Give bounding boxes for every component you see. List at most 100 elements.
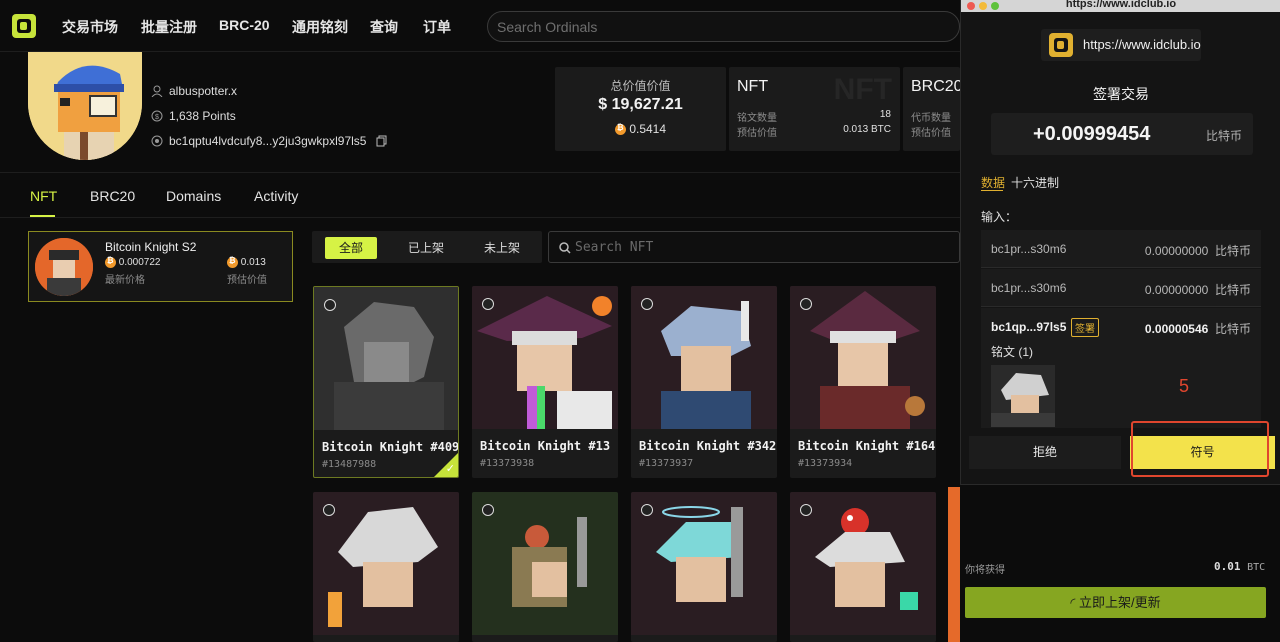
nft-image	[631, 286, 777, 429]
nft-inscription-id: #13373934	[798, 458, 853, 469]
nft-card-13[interactable]: Bitcoin Knight #13 #13373938	[472, 286, 618, 478]
popup-title: 签署交易	[1093, 86, 1149, 102]
nft-card-3427[interactable]: Bitcoin Knight #3427 #13373937	[631, 286, 777, 478]
nft-inscription-id: #13373938	[480, 458, 535, 469]
nav-query[interactable]: 查询	[370, 17, 398, 37]
nft-search-input[interactable]: Search NFT	[548, 231, 960, 263]
nft-image	[472, 286, 618, 429]
brc20-est-label: 预估价值	[911, 128, 951, 139]
nav-marketplace[interactable]: 交易市场	[62, 17, 118, 37]
inscription-label: 铭文 (1)	[991, 345, 1034, 359]
owner-icon	[482, 298, 494, 310]
nft-name: Bitcoin Knight #3427	[639, 439, 777, 453]
nav-brc20[interactable]: BRC-20	[219, 17, 270, 33]
collection-floor-value: 0.000722	[118, 257, 161, 269]
tab-activity[interactable]: Activity	[254, 188, 298, 204]
owner-icon	[800, 504, 812, 516]
input-row: bc1pr...s30m6 0.00000000 比特币	[981, 269, 1261, 307]
sign-amount: +0.00999454	[1033, 123, 1151, 145]
nft-image	[314, 287, 458, 430]
tab-hex[interactable]: 十六进制	[1011, 174, 1059, 191]
site-logo-icon	[1049, 33, 1073, 57]
nft-inscription-id: #13487988	[322, 459, 377, 470]
nft-count-label: 铭文数量	[737, 113, 777, 124]
tab-nft[interactable]: NFT	[30, 188, 57, 204]
svg-text:$: $	[155, 114, 159, 121]
list-now-button[interactable]: ◜ 立即上架/更新	[965, 587, 1266, 618]
total-btc-text: 0.5414	[629, 122, 667, 136]
total-value-label: 总价值价值	[610, 79, 671, 93]
receive-amount: 0.01	[1214, 560, 1241, 573]
filter-unlisted[interactable]: 未上架	[476, 237, 528, 259]
profile-username: albuspotter.x	[151, 84, 237, 98]
owner-icon	[324, 299, 336, 311]
collection-est-value: 0.013	[240, 257, 266, 269]
input-address: bc1pr...s30m6	[991, 281, 1067, 295]
nft-card[interactable]	[790, 492, 936, 642]
nav-batch-register[interactable]: 批量注册	[141, 17, 197, 37]
tab-domains[interactable]: Domains	[166, 188, 221, 204]
owner-icon	[323, 504, 335, 516]
nft-inscription-id: #13373937	[639, 458, 694, 469]
nft-image	[472, 492, 618, 635]
nft-card[interactable]	[631, 492, 777, 642]
receive-label: 你将获得	[965, 565, 1005, 576]
nft-name: Bitcoin Knight #13	[480, 439, 611, 453]
profile-tabs: NFT BRC20 Domains Activity	[0, 172, 960, 218]
active-tab-indicator	[30, 215, 55, 217]
total-value-card: 总价值价值 $ 19,627.21 0.5414	[555, 67, 726, 151]
owner-icon	[641, 504, 653, 516]
site-chip: https://www.idclub.io	[1041, 29, 1201, 61]
wallet-sign-popup: https://www.idclub.io https://www.idclub…	[960, 0, 1280, 485]
nft-card-164[interactable]: Bitcoin Knight #164 #13373934	[790, 286, 936, 478]
tab-data[interactable]: 数据	[981, 174, 1005, 191]
btc-coin-icon	[105, 256, 116, 268]
search-ordinals-input[interactable]: Search Ordinals	[487, 11, 960, 42]
collection-card[interactable]: Bitcoin Knight S2 0.000722 最新价格 0.013 预估…	[28, 231, 293, 302]
total-value-btc: 0.5414	[555, 122, 726, 136]
nft-watermark: NFT	[833, 73, 892, 106]
nft-image	[790, 492, 936, 635]
nav-inscribe[interactable]: 通用铭刻	[292, 17, 348, 37]
filter-all[interactable]: 全部	[325, 237, 377, 259]
inscription-thumbnail	[991, 365, 1055, 427]
nft-count-value: 18	[879, 109, 891, 120]
search-placeholder: Search Ordinals	[497, 19, 598, 35]
input-amount: 0.00000000	[1144, 283, 1209, 297]
nft-card[interactable]	[472, 492, 618, 642]
filter-listed[interactable]: 已上架	[400, 237, 452, 259]
nft-image	[631, 492, 777, 635]
username-text: albuspotter.x	[169, 84, 238, 98]
input-address: bc1pr...s30m6	[991, 242, 1067, 256]
amount-box: +0.00999454 比特币	[991, 113, 1253, 155]
reject-button[interactable]: 拒绝	[969, 436, 1121, 469]
copy-icon[interactable]	[376, 135, 388, 147]
loading-spinner-icon: ◜	[1070, 595, 1076, 610]
receive-unit: BTC	[1247, 562, 1266, 573]
total-value-usd: $ 19,627.21	[598, 96, 683, 113]
tab-brc20[interactable]: BRC20	[90, 188, 135, 204]
input-amount: 0.00000000	[1144, 244, 1209, 258]
owner-icon	[800, 298, 812, 310]
partial-card-edge	[948, 487, 960, 642]
input-unit: 比特币	[1214, 322, 1251, 336]
input-unit: 比特币	[1214, 244, 1251, 258]
avatar	[28, 52, 142, 160]
nft-est-label: 预估价值	[737, 128, 777, 139]
nav-orders[interactable]: 订单	[423, 17, 451, 37]
idclub-logo-icon[interactable]	[10, 12, 38, 40]
tab-data-underline	[981, 190, 1003, 191]
sign-amount-unit: 比特币	[1206, 129, 1243, 143]
nft-image	[313, 492, 459, 635]
profile-points: $ 1,638 Points	[151, 109, 236, 123]
step-annotation: 5	[1179, 376, 1190, 396]
nft-search-placeholder: Search NFT	[575, 240, 654, 255]
address-text: bc1qptu4lvdcufy8...y2ju3gwkpxl97ls5	[169, 134, 367, 148]
collection-est: 0.013	[227, 256, 266, 269]
checkmark-icon: ✓	[445, 463, 455, 475]
nft-card[interactable]	[313, 492, 459, 642]
points-text: 1,638 Points	[169, 109, 236, 123]
collection-floor: 0.000722	[105, 256, 161, 269]
input-value: 0.00000000 比特币	[1145, 281, 1251, 298]
nft-card-4098[interactable]: Bitcoin Knight #4098 #13487988 ✓	[313, 286, 459, 478]
